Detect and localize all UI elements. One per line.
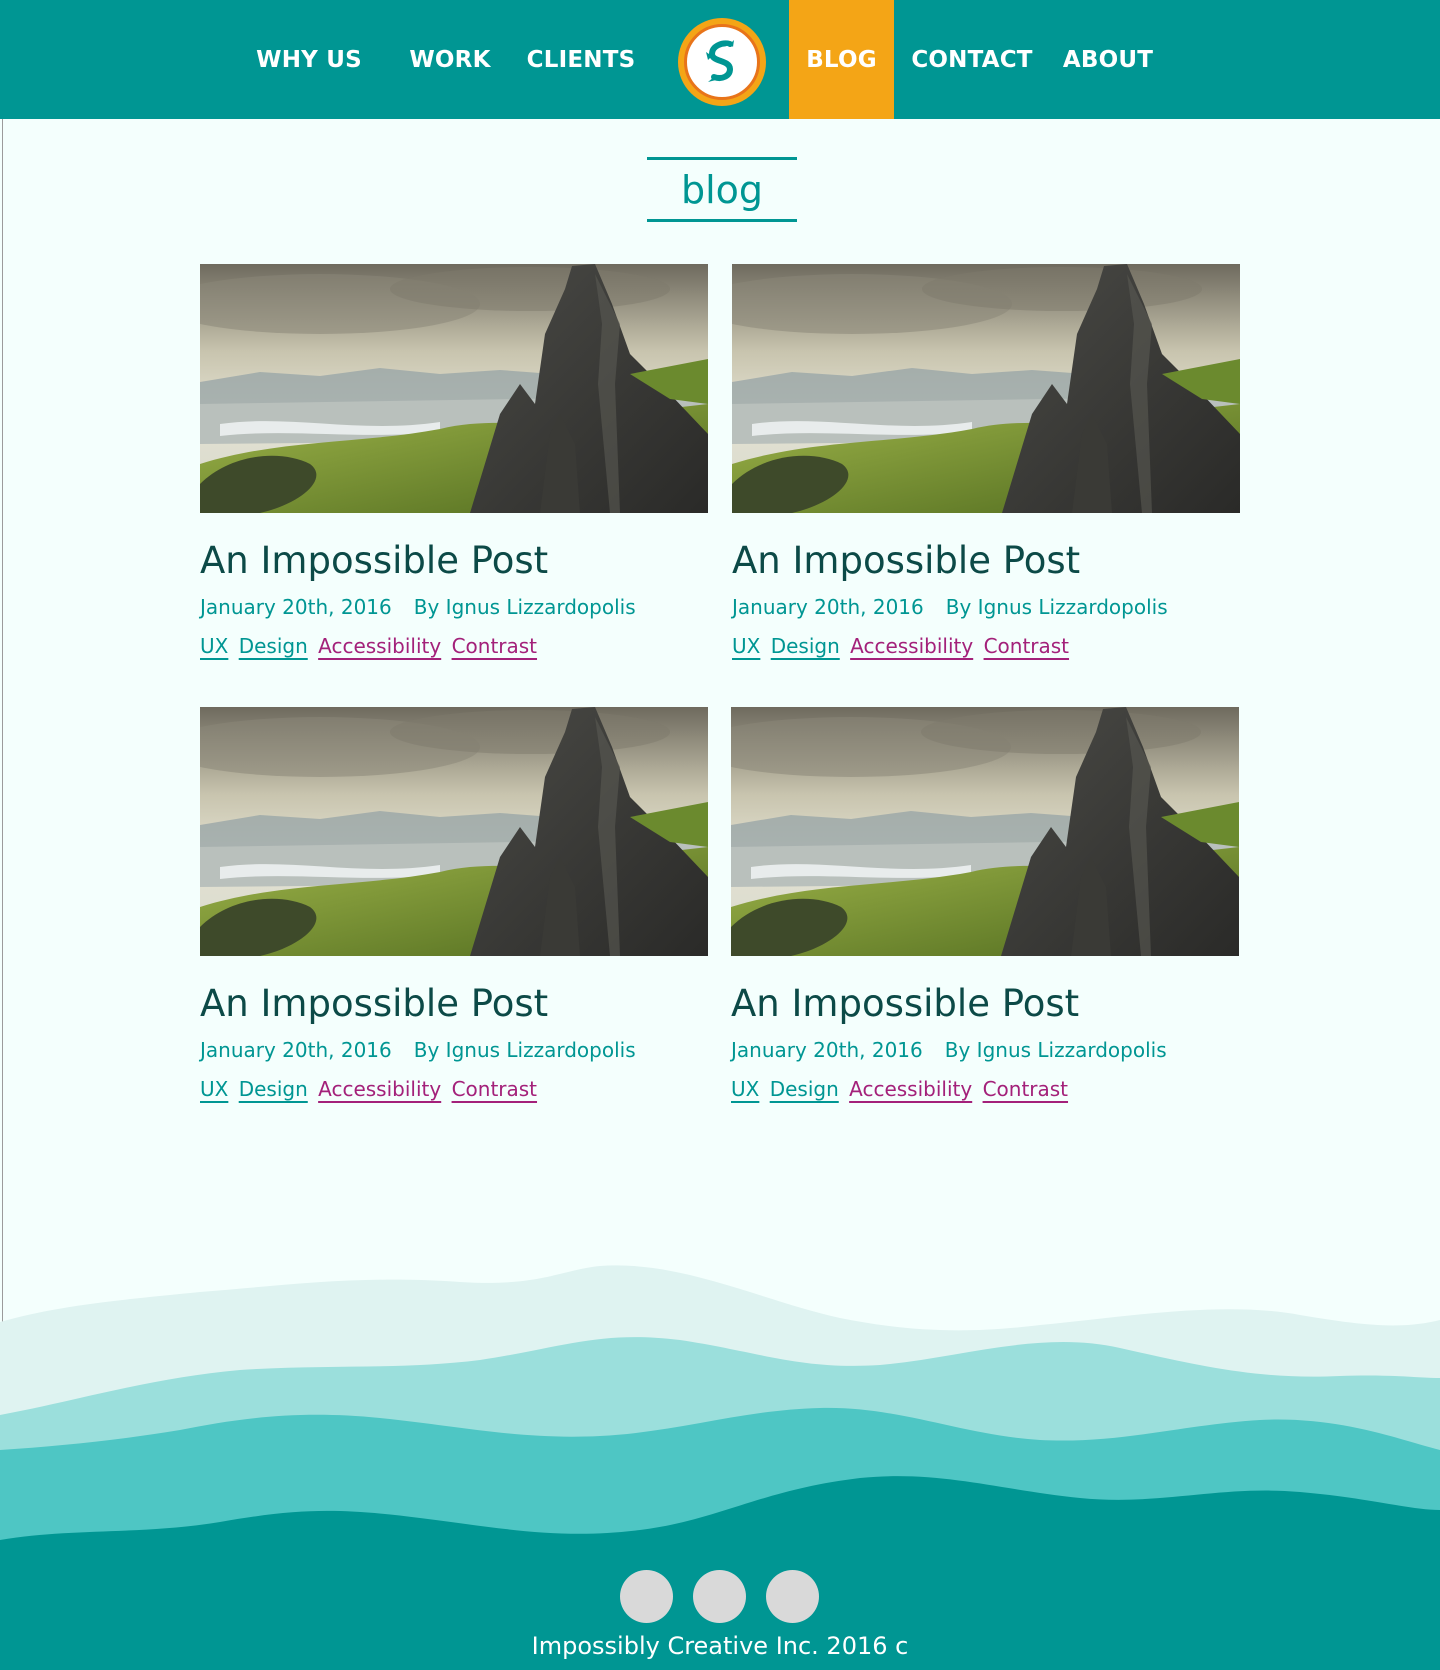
- blog-post-card: An Impossible Post January 20th, 2016 By …: [732, 264, 1240, 658]
- tag-contrast[interactable]: Contrast: [983, 1077, 1068, 1101]
- post-title[interactable]: An Impossible Post: [200, 539, 708, 583]
- tag-contrast[interactable]: Contrast: [984, 634, 1069, 658]
- post-date: January 20th, 2016: [200, 1037, 392, 1062]
- mountain-landscape-image[interactable]: [731, 707, 1239, 956]
- post-tags: UX Design Accessibility Contrast: [732, 634, 1240, 658]
- nav-link-clients[interactable]: CLIENTS: [522, 0, 640, 119]
- post-title[interactable]: An Impossible Post: [200, 982, 708, 1026]
- dragon-s-logo-icon[interactable]: [678, 18, 766, 106]
- tag-design[interactable]: Design: [239, 1077, 308, 1101]
- post-author: By Ignus Lizzardopolis: [413, 594, 636, 619]
- post-meta: January 20th, 2016 By Ignus Lizzardopolis: [200, 1038, 708, 1062]
- post-tags: UX Design Accessibility Contrast: [731, 1077, 1239, 1101]
- main-navigation: WHY US WORK CLIENTS BLOG CONTACT ABOUT: [0, 0, 1440, 119]
- post-author: By Ignus Lizzardopolis: [945, 594, 1168, 619]
- post-title[interactable]: An Impossible Post: [731, 982, 1239, 1026]
- page-title: blog: [680, 167, 764, 212]
- nav-link-work[interactable]: WORK: [400, 0, 500, 119]
- nav-link-contact[interactable]: CONTACT: [908, 0, 1036, 119]
- nav-link-why-us[interactable]: WHY US: [250, 0, 368, 119]
- post-author: By Ignus Lizzardopolis: [944, 1037, 1167, 1062]
- tag-design[interactable]: Design: [770, 1077, 839, 1101]
- post-date: January 20th, 2016: [200, 594, 392, 619]
- tag-ux[interactable]: UX: [200, 1077, 228, 1101]
- post-tags: UX Design Accessibility Contrast: [200, 634, 708, 658]
- post-date: January 20th, 2016: [732, 594, 924, 619]
- post-meta: January 20th, 2016 By Ignus Lizzardopolis: [731, 1038, 1239, 1062]
- tag-ux[interactable]: UX: [731, 1077, 759, 1101]
- tag-accessibility[interactable]: Accessibility: [850, 634, 973, 658]
- blog-post-card: An Impossible Post January 20th, 2016 By …: [200, 707, 708, 1101]
- tag-contrast[interactable]: Contrast: [452, 1077, 537, 1101]
- nav-link-about[interactable]: ABOUT: [1058, 0, 1158, 119]
- tag-ux[interactable]: UX: [200, 634, 228, 658]
- tag-accessibility[interactable]: Accessibility: [849, 1077, 972, 1101]
- tag-design[interactable]: Design: [771, 634, 840, 658]
- post-title[interactable]: An Impossible Post: [732, 539, 1240, 583]
- nav-link-blog[interactable]: BLOG: [789, 0, 894, 119]
- tag-accessibility[interactable]: Accessibility: [318, 634, 441, 658]
- dragon-icon: [706, 40, 734, 82]
- mountain-landscape-image[interactable]: [732, 264, 1240, 513]
- mountain-landscape-image[interactable]: [200, 264, 708, 513]
- post-tags: UX Design Accessibility Contrast: [200, 1077, 708, 1101]
- blog-post-card: An Impossible Post January 20th, 2016 By …: [731, 707, 1239, 1101]
- tag-contrast[interactable]: Contrast: [452, 634, 537, 658]
- tag-ux[interactable]: UX: [732, 634, 760, 658]
- social-icon[interactable]: [620, 1570, 673, 1623]
- copyright-text: Impossibly Creative Inc. 2016 c: [531, 1632, 909, 1660]
- post-meta: January 20th, 2016 By Ignus Lizzardopolis: [200, 595, 708, 619]
- logo-ring: [684, 24, 760, 100]
- tag-design[interactable]: Design: [239, 634, 308, 658]
- page-title-frame: blog: [647, 157, 797, 222]
- social-icon[interactable]: [693, 1570, 746, 1623]
- post-date: January 20th, 2016: [731, 1037, 923, 1062]
- post-meta: January 20th, 2016 By Ignus Lizzardopolis: [732, 595, 1240, 619]
- left-border-rule: [2, 119, 3, 1329]
- social-icon[interactable]: [766, 1570, 819, 1623]
- mountain-landscape-image[interactable]: [200, 707, 708, 956]
- tag-accessibility[interactable]: Accessibility: [318, 1077, 441, 1101]
- post-author: By Ignus Lizzardopolis: [413, 1037, 636, 1062]
- blog-post-card: An Impossible Post January 20th, 2016 By …: [200, 264, 708, 658]
